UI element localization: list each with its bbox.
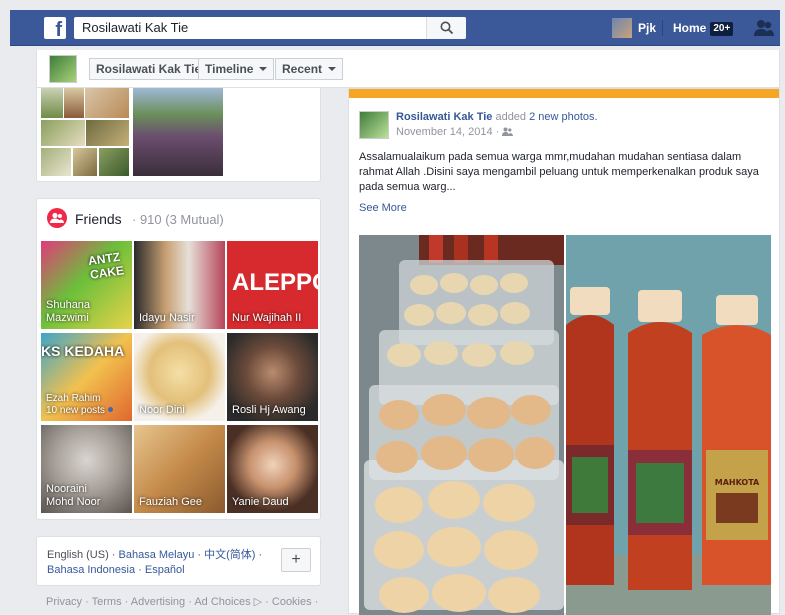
bottle-label-text: MAHKOTA <box>715 478 760 487</box>
search-input[interactable] <box>74 17 424 39</box>
language-link[interactable]: Bahasa Melayu <box>119 549 195 561</box>
photos-link[interactable]: 2 new photos. <box>529 111 598 123</box>
friend-tile[interactable]: Idayu Nasir <box>134 241 225 329</box>
photo-thumb[interactable] <box>41 148 71 176</box>
photos-card <box>36 88 321 182</box>
timeline-label: Timeline <box>205 62 254 76</box>
search-button[interactable] <box>426 17 466 39</box>
add-language-button[interactable]: + <box>281 548 311 572</box>
post-header: Rosilawati Kak Tie added 2 new photos. <box>396 111 598 123</box>
post-date-line: November 14, 2014 · <box>396 126 514 138</box>
group-photo-thumb[interactable] <box>133 88 223 176</box>
home-badge: 20+ <box>710 22 734 36</box>
post-text: Assalamualaikum pada semua warga mmr,mud… <box>359 151 759 193</box>
profile-link[interactable]: Pjk <box>612 18 656 38</box>
photo-thumb[interactable] <box>73 148 97 176</box>
page-name-button[interactable]: Rosilawati Kak Tie <box>89 58 209 80</box>
friend-name: Ezah Rahim <box>46 393 101 404</box>
friends-card: Friends · 910 (3 Mutual) ANTZ CAKE Shuha… <box>36 198 321 520</box>
new-posts-dot-icon <box>107 407 113 412</box>
sauce-bottles-image: MAHKOTA <box>566 235 771 615</box>
post-date[interactable]: November 14, 2014 · <box>396 126 499 138</box>
photo-thumb[interactable] <box>41 120 85 146</box>
tile-text: ALEPPO <box>232 269 318 296</box>
friend-name: Yanie Daud <box>232 496 289 508</box>
recent-dropdown[interactable]: Recent <box>275 58 344 80</box>
post-photo-pastries[interactable] <box>359 235 564 615</box>
facebook-logo[interactable]: f <box>44 17 66 39</box>
timeline-dropdown[interactable]: Timeline <box>198 58 275 80</box>
post-photo-sauce-bottles[interactable]: MAHKOTA <box>566 235 771 615</box>
current-language: English (US) · <box>47 549 116 561</box>
friends-audience-icon[interactable] <box>502 127 514 136</box>
photo-thumb[interactable] <box>41 88 63 118</box>
pastries-image <box>359 235 564 615</box>
post-author[interactable]: Rosilawati Kak Tie <box>396 111 492 123</box>
profile-name: Pjk <box>638 21 657 35</box>
cover-strip <box>349 89 779 98</box>
photo-thumb[interactable] <box>64 88 84 118</box>
language-card: English (US) · Bahasa Melayu · 中文(简体) · … <box>36 536 321 586</box>
friend-name: Idayu Nasir <box>139 312 195 324</box>
avatar <box>612 18 632 38</box>
search-box <box>74 17 466 39</box>
post-action: added <box>495 111 527 123</box>
see-more-link[interactable]: See More <box>359 202 407 214</box>
friend-name: Nooraini Mohd Noor <box>46 483 101 508</box>
friend-tile[interactable]: ALEPPO Nur Wajihah II <box>227 241 318 329</box>
friend-requests-icon[interactable] <box>754 19 774 40</box>
friend-name-block: Ezah Rahim 10 new posts <box>46 393 113 417</box>
post-card: Rosilawati Kak Tie added 2 new photos. N… <box>348 88 780 615</box>
post-author-avatar[interactable] <box>359 111 389 139</box>
language-link[interactable]: Español <box>145 564 185 576</box>
top-nav-bar: f Pjk Home20+ <box>10 10 780 46</box>
friend-name: Shuhana Mazwimi <box>46 299 91 324</box>
timeline-subnav: Rosilawati Kak Tie Timeline Recent <box>36 50 780 88</box>
language-link[interactable]: Bahasa Indonesia <box>47 564 135 576</box>
page-thumbnail[interactable] <box>49 55 77 83</box>
friend-tile[interactable]: Nooraini Mohd Noor <box>41 425 132 513</box>
friends-count: · 910 (3 Mutual) <box>132 212 224 227</box>
tile-text: ANTZ CAKE <box>87 249 125 282</box>
friends-icon <box>47 208 67 228</box>
home-link[interactable]: Home 20+ <box>673 18 734 38</box>
photo-thumb[interactable] <box>86 120 129 146</box>
friend-tile[interactable]: ANTZ CAKE Shuhana Mazwimi <box>41 241 132 329</box>
photo-thumb[interactable] <box>99 148 129 176</box>
chevron-down-icon <box>328 67 337 71</box>
friend-tile[interactable]: KS KEDAHA Ezah Rahim 10 new posts <box>41 333 132 421</box>
friend-tile[interactable]: Noor Dini <box>134 333 225 421</box>
chevron-down-icon <box>259 67 268 71</box>
nav-divider <box>662 20 663 36</box>
home-label: Home <box>673 21 707 35</box>
friend-tile[interactable]: Yanie Daud <box>227 425 318 513</box>
photo-thumb[interactable] <box>85 88 129 118</box>
language-list: English (US) · Bahasa Melayu · 中文(简体) · … <box>47 549 263 576</box>
friend-name: Rosli Hj Awang <box>232 404 306 416</box>
friend-tile[interactable]: Fauziah Gee <box>134 425 225 513</box>
friend-name: Nur Wajihah II <box>232 312 302 324</box>
friend-tile[interactable]: Rosli Hj Awang <box>227 333 318 421</box>
friend-name: Noor Dini <box>139 404 185 416</box>
tile-text: KS KEDAHA <box>41 343 125 359</box>
footer-links[interactable]: Privacy · Terms · Advertising · Ad Choic… <box>46 595 318 608</box>
friend-name: Fauziah Gee <box>139 496 202 508</box>
new-posts: 10 new posts <box>46 405 105 416</box>
language-link[interactable]: 中文(简体) <box>204 549 255 561</box>
friends-title[interactable]: Friends <box>75 211 122 227</box>
recent-label: Recent <box>282 62 323 76</box>
search-icon <box>440 21 454 35</box>
